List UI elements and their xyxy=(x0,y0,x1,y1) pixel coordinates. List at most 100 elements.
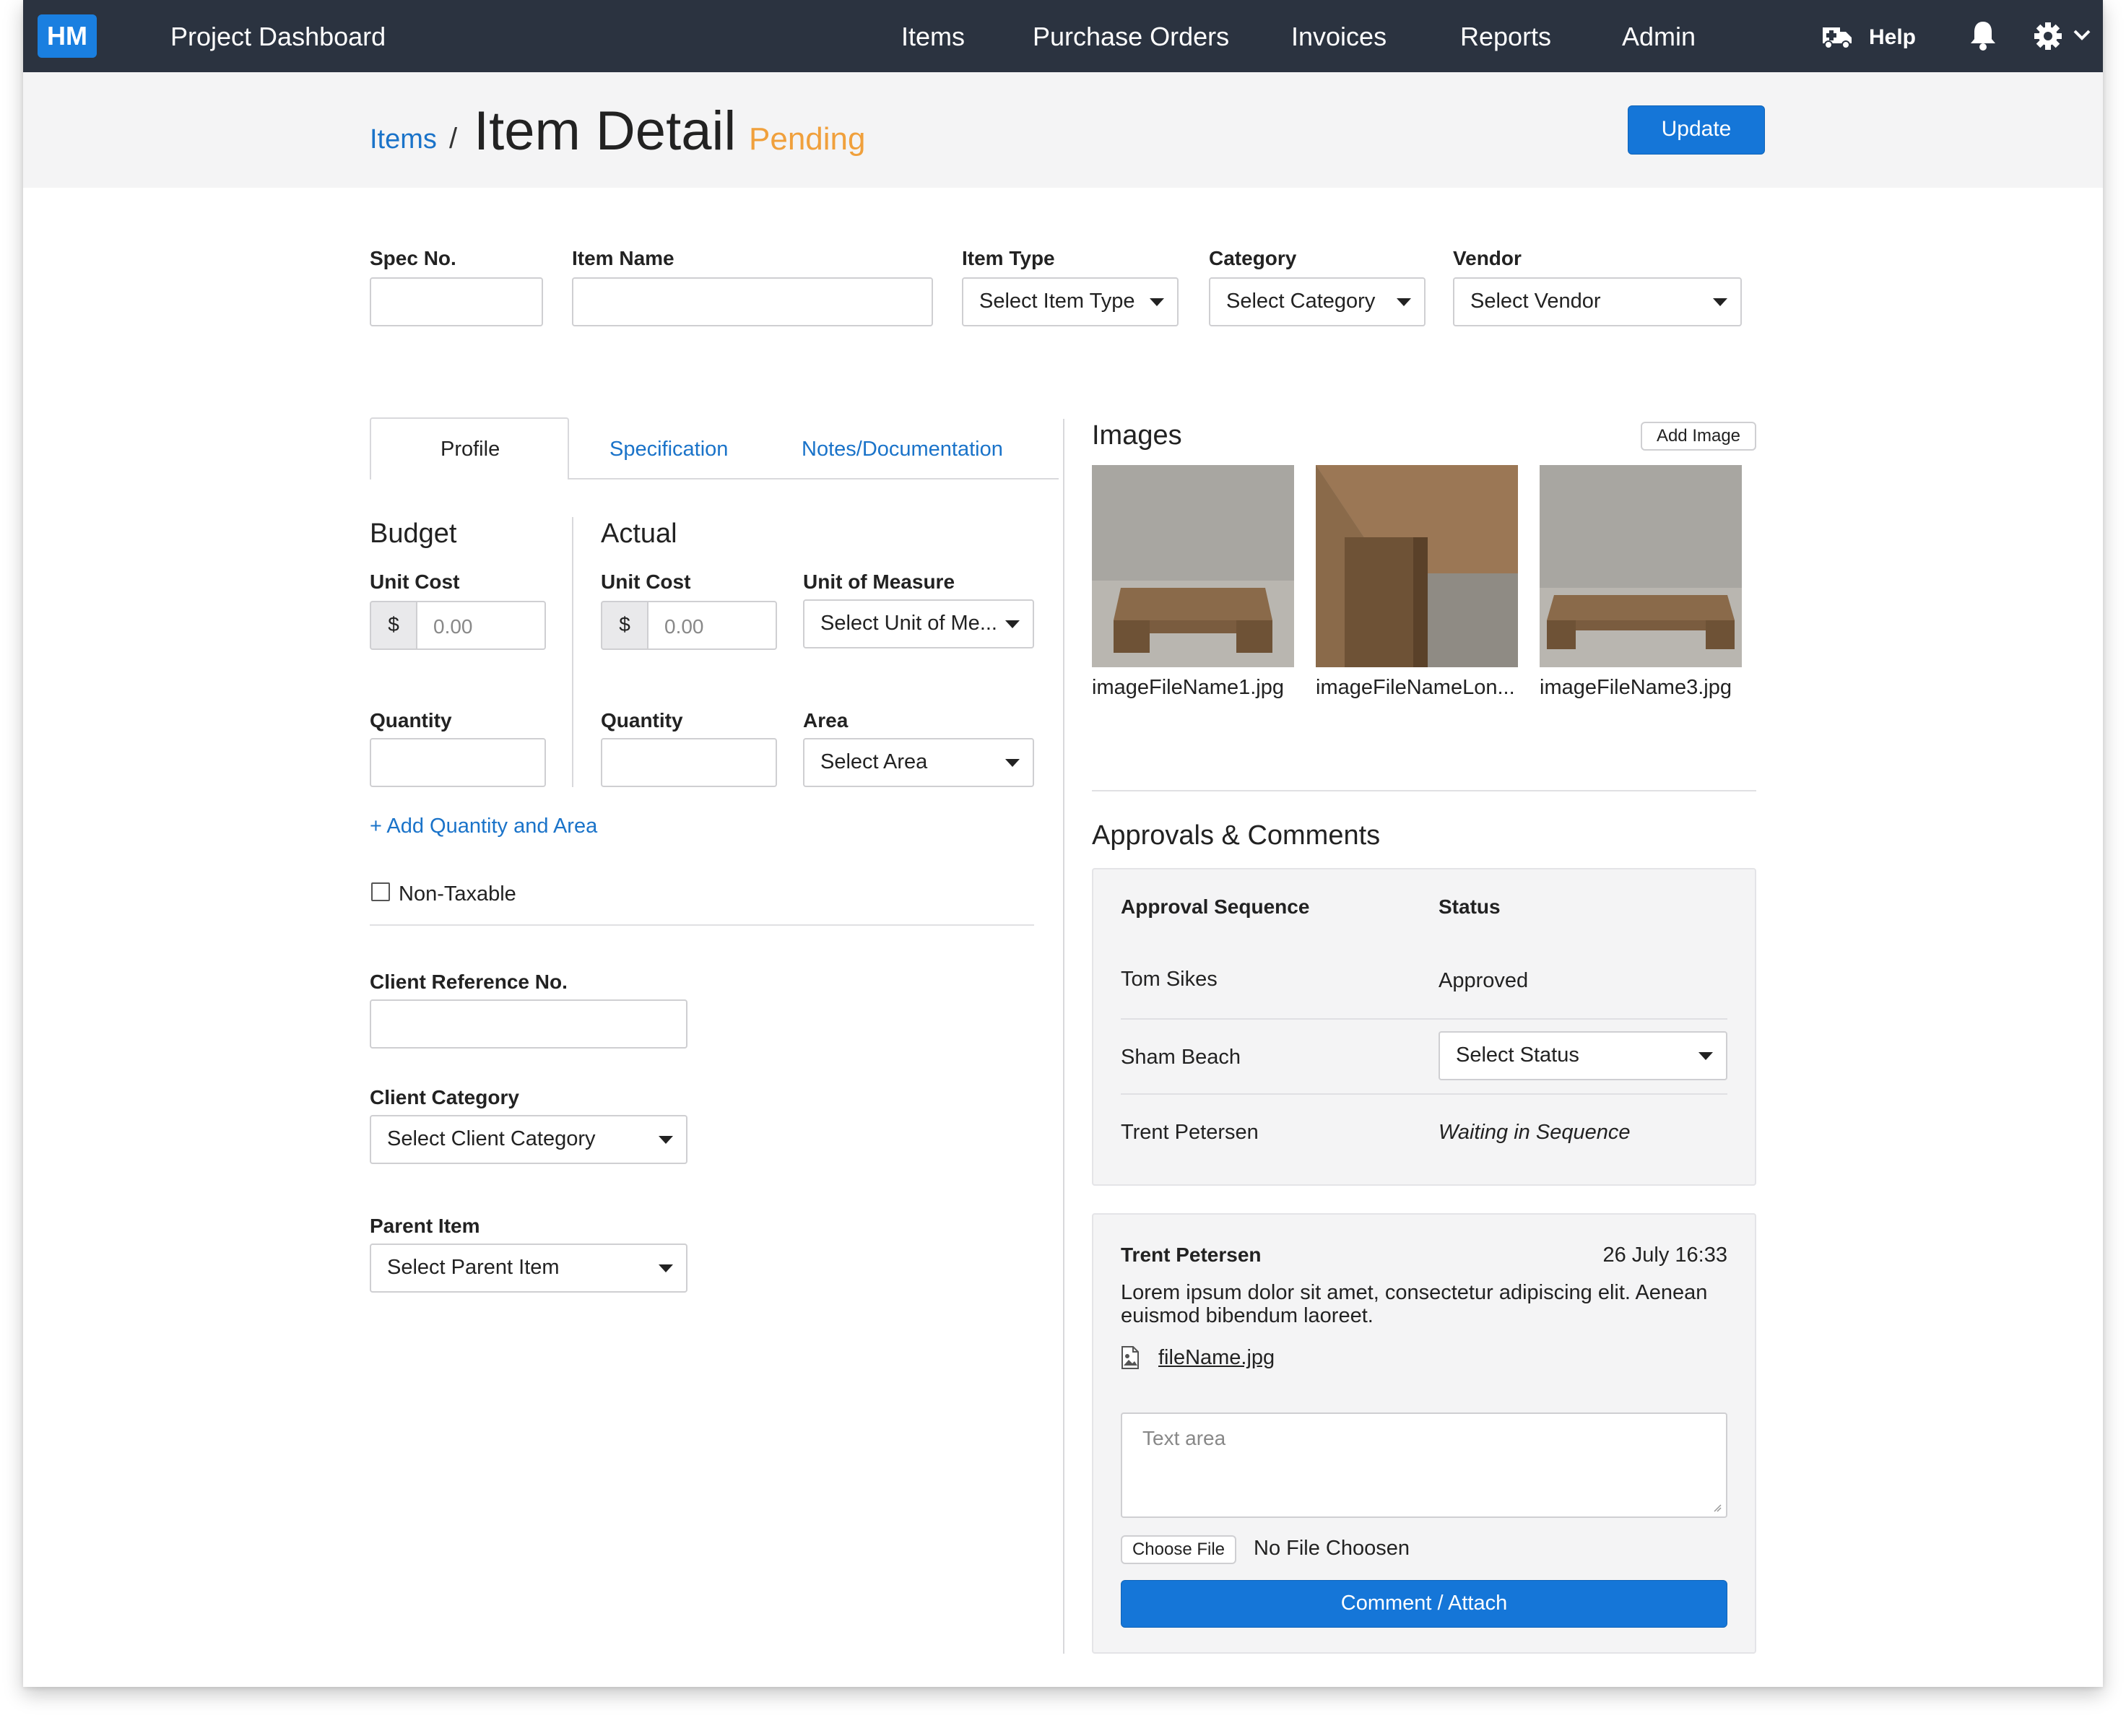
image-filename-3: imageFileName3.jpg xyxy=(1540,676,1732,699)
approver-status: Approved xyxy=(1439,969,1529,992)
images-heading: Images xyxy=(1092,420,1182,451)
budget-quantity-label: Quantity xyxy=(370,709,452,732)
client-category-label: Client Category xyxy=(370,1086,519,1108)
unit-of-measure-value: Select Unit of Me... xyxy=(820,612,997,635)
caret-down-icon xyxy=(1698,1052,1713,1060)
page-header xyxy=(23,72,2103,188)
caret-down-icon xyxy=(1150,298,1164,306)
gear-icon[interactable] xyxy=(2034,22,2062,51)
nav-admin[interactable]: Admin xyxy=(1622,22,1696,52)
category-select[interactable]: Select Category xyxy=(1209,277,1426,326)
breadcrumb-items[interactable]: Items xyxy=(370,124,437,155)
comment-attach-button[interactable]: Comment / Attach xyxy=(1121,1580,1727,1628)
unit-of-measure-label: Unit of Measure xyxy=(803,570,955,593)
approvals-heading: Approvals & Comments xyxy=(1092,820,1381,851)
image-filename-1: imageFileName1.jpg xyxy=(1092,676,1284,699)
nav-reports[interactable]: Reports xyxy=(1460,22,1551,52)
budget-quantity-input[interactable] xyxy=(370,738,546,787)
approval-row-divider xyxy=(1121,1093,1727,1095)
item-name-input[interactable] xyxy=(572,277,933,326)
approval-row-divider xyxy=(1121,1018,1727,1020)
non-taxable-label[interactable]: Non-Taxable xyxy=(399,882,516,906)
approver-status: Waiting in Sequence xyxy=(1439,1121,1631,1144)
comment-textarea-placeholder: Text area xyxy=(1142,1427,1226,1449)
approval-status-header: Status xyxy=(1439,895,1501,918)
caret-down-icon xyxy=(1005,759,1020,767)
tab-notes-documentation[interactable]: Notes/Documentation xyxy=(802,438,1003,461)
comment-textarea[interactable]: Text area xyxy=(1121,1412,1727,1518)
parent-item-value: Select Parent Item xyxy=(387,1256,560,1279)
image-thumbnail-1[interactable] xyxy=(1092,465,1294,667)
image-filename-2: imageFileNameLon... xyxy=(1316,676,1515,699)
comment-body: Lorem ipsum dolor sit amet, consectetur … xyxy=(1121,1281,1708,1327)
comment-date: 26 July 16:33 xyxy=(1602,1244,1727,1267)
unit-of-measure-select[interactable]: Select Unit of Me... xyxy=(803,599,1034,648)
spec-no-input[interactable] xyxy=(370,277,543,326)
images-divider xyxy=(1092,790,1756,791)
parent-item-label: Parent Item xyxy=(370,1215,480,1237)
caret-down-icon xyxy=(659,1136,673,1144)
column-divider xyxy=(1063,419,1064,1654)
tab-specification[interactable]: Specification xyxy=(609,438,728,461)
budget-unit-cost-label: Unit Cost xyxy=(370,570,460,593)
item-type-label: Item Type xyxy=(962,247,1055,269)
item-name-label: Item Name xyxy=(572,247,674,269)
nav-invoices[interactable]: Invoices xyxy=(1291,22,1387,52)
profile-divider xyxy=(370,924,1034,926)
vendor-select[interactable]: Select Vendor xyxy=(1453,277,1742,326)
client-category-value: Select Client Category xyxy=(387,1127,596,1150)
choose-file-button[interactable]: Choose File xyxy=(1121,1535,1236,1564)
page-title: Item Detail xyxy=(474,100,737,162)
approver-name: Trent Petersen xyxy=(1121,1121,1259,1144)
breadcrumb-separator: / xyxy=(449,123,458,155)
client-category-select[interactable]: Select Client Category xyxy=(370,1115,687,1164)
actual-unit-cost-input[interactable]: 0.00 xyxy=(647,601,777,650)
approver-name: Sham Beach xyxy=(1121,1046,1241,1069)
approver-name: Tom Sikes xyxy=(1121,968,1218,991)
image-thumbnail-2[interactable] xyxy=(1316,465,1518,667)
comment-author: Trent Petersen xyxy=(1121,1244,1262,1266)
item-type-select[interactable]: Select Item Type xyxy=(962,277,1179,326)
chevron-down-icon[interactable] xyxy=(2073,29,2091,42)
app-window: HM Project Dashboard Items Purchase Orde… xyxy=(23,0,2103,1687)
caret-down-icon xyxy=(659,1264,673,1272)
image-thumbnail-3[interactable] xyxy=(1540,465,1742,667)
update-button[interactable]: Update xyxy=(1628,105,1765,155)
resize-handle-icon[interactable] xyxy=(1713,1503,1722,1512)
category-value: Select Category xyxy=(1226,290,1376,313)
tab-profile-label[interactable]: Profile xyxy=(441,438,500,461)
client-ref-input[interactable] xyxy=(370,999,687,1049)
add-image-button[interactable]: Add Image xyxy=(1641,422,1756,451)
nav-purchase-orders[interactable]: Purchase Orders xyxy=(1033,22,1229,52)
budget-unit-cost-placeholder: 0.00 xyxy=(433,615,473,638)
bell-icon[interactable] xyxy=(1969,19,1997,52)
nav-items[interactable]: Items xyxy=(901,22,965,52)
category-label: Category xyxy=(1209,247,1297,269)
image-file-icon xyxy=(1121,1346,1139,1369)
actual-quantity-label: Quantity xyxy=(601,709,683,732)
approval-status-select[interactable]: Select Status xyxy=(1439,1031,1727,1080)
caret-down-icon xyxy=(1713,298,1727,306)
comment-attachment-link[interactable]: fileName.jpg xyxy=(1158,1346,1275,1370)
parent-item-select[interactable]: Select Parent Item xyxy=(370,1244,687,1293)
item-type-value: Select Item Type xyxy=(979,290,1135,313)
help-link[interactable]: Help xyxy=(1869,25,1916,50)
approval-sequence-header: Approval Sequence xyxy=(1121,895,1310,918)
budget-unit-cost-input[interactable]: 0.00 xyxy=(416,601,546,650)
spec-no-label: Spec No. xyxy=(370,247,456,269)
top-navbar: HM Project Dashboard Items Purchase Orde… xyxy=(23,0,2103,72)
actual-heading: Actual xyxy=(601,518,677,549)
logo[interactable]: HM xyxy=(38,14,97,58)
actual-quantity-input[interactable] xyxy=(601,738,777,787)
caret-down-icon xyxy=(1005,620,1020,628)
actual-unit-cost-placeholder: 0.00 xyxy=(664,615,704,638)
tab-divider xyxy=(568,478,1059,479)
area-select[interactable]: Select Area xyxy=(803,738,1034,787)
vendor-label: Vendor xyxy=(1453,247,1522,269)
budget-currency-prefix: $ xyxy=(370,601,417,650)
actual-currency-prefix: $ xyxy=(601,601,648,650)
ambulance-icon[interactable] xyxy=(1820,22,1853,51)
non-taxable-checkbox[interactable] xyxy=(371,882,390,901)
app-title[interactable]: Project Dashboard xyxy=(170,22,386,52)
add-quantity-area-link[interactable]: + Add Quantity and Area xyxy=(370,815,597,838)
